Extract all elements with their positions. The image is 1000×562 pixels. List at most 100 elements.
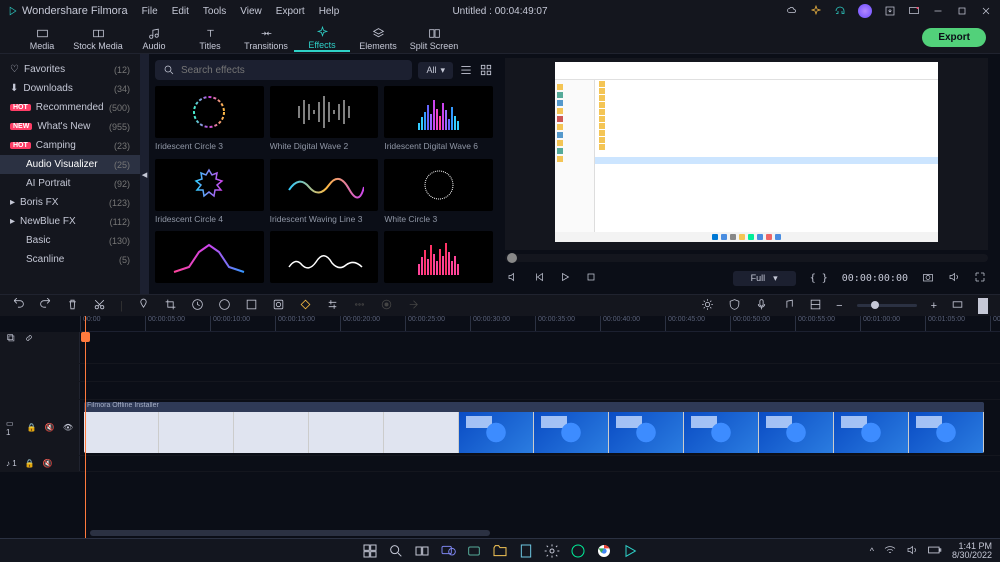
audio-track-1[interactable]: ♪ 1🔒🔇 bbox=[0, 456, 1000, 472]
menu-help[interactable]: Help bbox=[319, 6, 340, 17]
delete-icon[interactable] bbox=[66, 298, 79, 314]
preview-video[interactable] bbox=[505, 58, 988, 250]
effect-item[interactable]: White Circle 3 bbox=[384, 159, 493, 226]
cut-icon[interactable] bbox=[93, 298, 106, 314]
playhead[interactable] bbox=[85, 316, 86, 538]
zoom-slider[interactable] bbox=[857, 304, 917, 307]
video-clip[interactable]: Filmora Offline Installer bbox=[84, 402, 984, 453]
prev-frame-icon[interactable] bbox=[533, 271, 545, 286]
mic-icon[interactable] bbox=[755, 298, 768, 314]
taskview-icon[interactable] bbox=[414, 543, 430, 559]
lock-icon[interactable]: 🔒 bbox=[27, 423, 37, 432]
sidebar-audio-visualizer[interactable]: Audio Visualizer(25) bbox=[0, 155, 140, 174]
sparkle-icon[interactable] bbox=[810, 5, 822, 17]
audio-icon[interactable] bbox=[948, 271, 960, 286]
preview-scrubber[interactable] bbox=[505, 254, 988, 262]
fullscreen-icon[interactable] bbox=[974, 271, 986, 286]
view-grid-icon[interactable] bbox=[479, 63, 493, 77]
tab-split-screen[interactable]: Split Screen bbox=[406, 25, 462, 51]
menu-export[interactable]: Export bbox=[276, 6, 305, 17]
tab-transitions[interactable]: Transitions bbox=[238, 25, 294, 51]
effect-item[interactable]: Iridescent Circle 4 bbox=[155, 159, 264, 226]
view-list-icon[interactable] bbox=[459, 63, 473, 77]
effect-item[interactable]: White Digital Wave 2 bbox=[270, 86, 379, 153]
chrome-icon[interactable] bbox=[596, 543, 612, 559]
sidebar-recommended[interactable]: HOT Recommended(500) bbox=[0, 98, 140, 117]
play-icon[interactable] bbox=[559, 271, 571, 286]
edge-icon[interactable] bbox=[570, 543, 586, 559]
zoom-fit-icon[interactable] bbox=[951, 298, 964, 314]
record-icon[interactable] bbox=[380, 298, 393, 314]
sidebar-camping[interactable]: HOT Camping(23) bbox=[0, 136, 140, 155]
green-screen-icon[interactable] bbox=[245, 298, 258, 314]
shield-icon[interactable] bbox=[728, 298, 741, 314]
tab-titles[interactable]: Titles bbox=[182, 25, 238, 51]
cloud-icon[interactable] bbox=[786, 5, 798, 17]
timeline-scrollbar[interactable] bbox=[90, 530, 490, 536]
tray-chevron-icon[interactable]: ^ bbox=[870, 546, 874, 556]
mixer-icon[interactable] bbox=[782, 298, 795, 314]
close-icon[interactable] bbox=[980, 5, 992, 17]
mute-icon[interactable]: 🔇 bbox=[45, 423, 55, 432]
link-icon[interactable] bbox=[24, 333, 34, 345]
effect-item[interactable]: Iridescent Digital Wave 6 bbox=[384, 86, 493, 153]
start-icon[interactable] bbox=[362, 543, 378, 559]
system-clock[interactable]: 1:41 PM 8/30/2022 bbox=[952, 542, 992, 560]
download-icon[interactable] bbox=[884, 5, 896, 17]
effect-item[interactable]: Iridescent Waving Line 3 bbox=[270, 159, 379, 226]
video-track-1[interactable]: ▭ 1🔒🔇👁 Filmora Offline Installer bbox=[0, 400, 1000, 456]
search-box[interactable] bbox=[155, 60, 412, 80]
effect-item[interactable] bbox=[270, 231, 379, 288]
effect-item[interactable] bbox=[155, 231, 264, 288]
maximize-icon[interactable] bbox=[956, 5, 968, 17]
search-taskbar-icon[interactable] bbox=[388, 543, 404, 559]
keyframe-icon[interactable] bbox=[299, 298, 312, 314]
export-button[interactable]: Export bbox=[922, 28, 986, 47]
more-icon[interactable] bbox=[353, 298, 366, 314]
tab-elements[interactable]: Elements bbox=[350, 25, 406, 51]
sidebar-newbluefx[interactable]: ▸ NewBlue FX(112) bbox=[0, 212, 140, 231]
filter-dropdown[interactable]: All ▾ bbox=[418, 62, 453, 79]
zoom-out-icon[interactable]: − bbox=[836, 300, 842, 312]
crop-icon[interactable] bbox=[164, 298, 177, 314]
copy-icon[interactable] bbox=[6, 333, 16, 345]
snapshot-icon[interactable] bbox=[922, 271, 934, 286]
effect-item[interactable]: Iridescent Circle 3 bbox=[155, 86, 264, 153]
sound-icon[interactable] bbox=[906, 544, 918, 558]
color-icon[interactable] bbox=[218, 298, 231, 314]
lock-icon[interactable]: 🔒 bbox=[25, 459, 35, 468]
tab-stock-media[interactable]: Stock Media bbox=[70, 25, 126, 51]
sidebar-ai-portrait[interactable]: AI Portrait(92) bbox=[0, 174, 140, 193]
quality-dropdown[interactable]: Full ▾ bbox=[733, 271, 796, 286]
menu-view[interactable]: View bbox=[240, 6, 262, 17]
marker-icon[interactable] bbox=[137, 298, 150, 314]
sidebar-scanline[interactable]: Scanline(5) bbox=[0, 250, 140, 269]
sidebar-whatsnew[interactable]: NEW What's New(955) bbox=[0, 117, 140, 136]
message-icon[interactable] bbox=[908, 5, 920, 17]
eye-icon[interactable]: 👁 bbox=[63, 423, 73, 432]
filmora-taskbar-icon[interactable] bbox=[622, 543, 638, 559]
sidebar-basic[interactable]: Basic(130) bbox=[0, 231, 140, 250]
battery-icon[interactable] bbox=[928, 545, 942, 557]
stop-icon[interactable] bbox=[585, 271, 597, 286]
headset-icon[interactable] bbox=[834, 5, 846, 17]
mark-in-icon[interactable]: { } bbox=[810, 273, 828, 284]
mask-icon[interactable] bbox=[272, 298, 285, 314]
time-ruler[interactable]: 00:0000:00:05:0000:00:10:0000:00:15:0000… bbox=[80, 316, 1000, 332]
sidebar-collapse[interactable]: ◂ bbox=[140, 54, 149, 294]
settings-taskbar-icon[interactable] bbox=[544, 543, 560, 559]
notepad-icon[interactable] bbox=[518, 543, 534, 559]
tab-media[interactable]: Media bbox=[14, 25, 70, 51]
effect-item[interactable] bbox=[384, 231, 493, 288]
undo-icon[interactable] bbox=[12, 298, 25, 314]
mute-icon[interactable]: 🔇 bbox=[43, 459, 53, 468]
tab-effects[interactable]: Effects bbox=[294, 24, 350, 52]
zoom-in-icon[interactable]: + bbox=[931, 300, 937, 312]
menu-tools[interactable]: Tools bbox=[203, 6, 226, 17]
sidebar-borisfx[interactable]: ▸ Boris FX(123) bbox=[0, 193, 140, 212]
gallery-icon[interactable] bbox=[466, 543, 482, 559]
menu-file[interactable]: File bbox=[142, 6, 158, 17]
search-input[interactable] bbox=[181, 65, 404, 76]
settings-icon[interactable] bbox=[326, 298, 339, 314]
chat-icon[interactable] bbox=[440, 543, 456, 559]
